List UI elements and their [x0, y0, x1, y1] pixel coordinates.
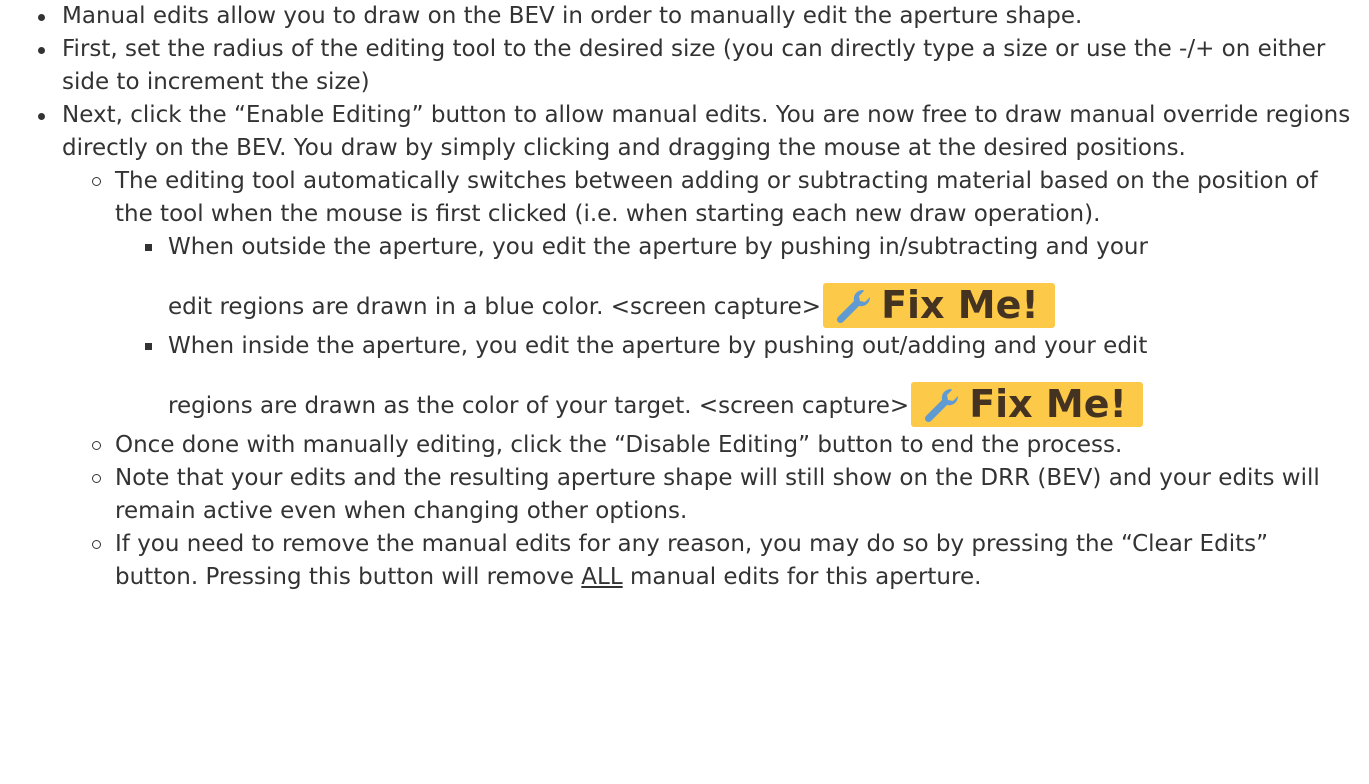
fixme-label: Fix Me!	[969, 382, 1127, 426]
emphasis-all: ALL	[581, 564, 623, 590]
list-item: Next, click the “Enable Editing” button …	[38, 99, 1351, 594]
wrench-icon	[925, 388, 959, 422]
list-item-text: When inside the aperture, you edit the a…	[168, 333, 1148, 359]
list-item-text: Once done with manually editing, click t…	[115, 432, 1123, 458]
list-item-text: manual edits for this aperture.	[622, 564, 982, 590]
sub-list: The editing tool automatically switches …	[62, 165, 1351, 594]
list-item-text: edit regions are drawn in a blue color. …	[168, 294, 822, 320]
sub-sub-list: When outside the aperture, you edit the …	[115, 231, 1351, 429]
list-item: The editing tool automatically switches …	[92, 165, 1351, 429]
list-item-text: regions are drawn as the color of your t…	[168, 393, 910, 419]
fixme-badge: Fix Me!	[823, 283, 1055, 328]
list-item-text: The editing tool automatically switches …	[115, 168, 1318, 227]
fixme-badge: Fix Me!	[911, 382, 1143, 427]
document-page: Manual edits allow you to draw on the BE…	[0, 0, 1369, 594]
list-item: When inside the aperture, you edit the a…	[145, 330, 1351, 429]
bullet-list: Manual edits allow you to draw on the BE…	[0, 0, 1351, 594]
list-item: Once done with manually editing, click t…	[92, 429, 1351, 462]
fixme-line: edit regions are drawn in a blue color. …	[168, 264, 1351, 330]
list-item: Note that your edits and the resulting a…	[92, 462, 1351, 528]
fixme-label: Fix Me!	[881, 283, 1039, 327]
list-item-text: When outside the aperture, you edit the …	[168, 234, 1148, 260]
list-item: First, set the radius of the editing too…	[38, 33, 1351, 99]
list-item: When outside the aperture, you edit the …	[145, 231, 1351, 330]
list-item-text: Next, click the “Enable Editing” button …	[62, 102, 1351, 161]
fixme-line: regions are drawn as the color of your t…	[168, 363, 1351, 429]
list-item-text: Manual edits allow you to draw on the BE…	[62, 3, 1083, 29]
list-item-text: First, set the radius of the editing too…	[62, 36, 1326, 95]
list-item-text: Note that your edits and the resulting a…	[115, 465, 1320, 524]
wrench-icon	[837, 289, 871, 323]
list-item: Manual edits allow you to draw on the BE…	[38, 0, 1351, 33]
list-item: If you need to remove the manual edits f…	[92, 528, 1351, 594]
